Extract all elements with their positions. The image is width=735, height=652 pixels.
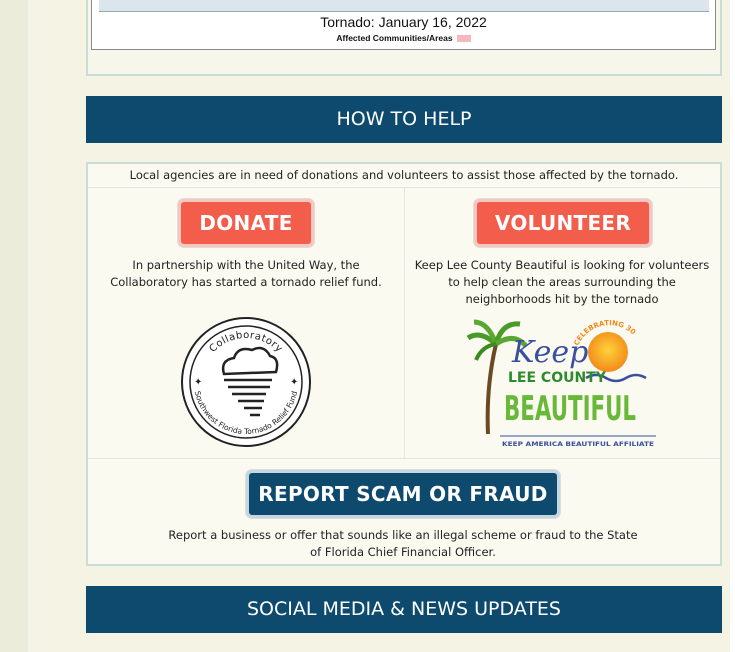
- report-scam-description: Report a business or offer that sounds l…: [168, 528, 638, 559]
- help-intro-text: Local agencies are in need of donations …: [129, 168, 679, 182]
- tornado-relief-fund-logo[interactable]: Collaboratory Southwest Florida Tornado …: [180, 316, 312, 448]
- map-legend-label: Affected Communities/Areas: [336, 33, 453, 43]
- report-scam-button[interactable]: REPORT SCAM OR FRAUD: [246, 470, 560, 518]
- page-edge: [730, 0, 735, 652]
- keep-lee-county-beautiful-logo[interactable]: CELEBRATING 30 YEARS Keep LEE COUNTY BEA…: [466, 316, 662, 450]
- donate-button[interactable]: DONATE: [178, 199, 314, 247]
- social-media-heading: SOCIAL MEDIA & NEWS UPDATES: [86, 586, 722, 633]
- how-to-help-heading: HOW TO HELP: [86, 96, 722, 143]
- map-legend: Affected Communities/Areas: [91, 33, 716, 43]
- map-image-strip: [99, 0, 709, 12]
- volunteer-description: Keep Lee County Beautiful is looking for…: [414, 258, 710, 306]
- column-divider: [404, 188, 405, 458]
- svg-text:✦: ✦: [290, 377, 298, 388]
- map-caption: Tornado: January 16, 2022: [320, 14, 487, 30]
- sun-icon: [588, 332, 628, 372]
- divider: [88, 458, 720, 459]
- legend-swatch: [456, 35, 471, 43]
- volunteer-button[interactable]: VOLUNTEER: [474, 199, 652, 247]
- svg-text:✦: ✦: [194, 377, 202, 388]
- logo-lee-county-text: LEE COUNTY: [508, 370, 607, 386]
- logo-affiliate-text: KEEP AMERICA BEAUTIFUL AFFILIATE: [502, 441, 654, 448]
- logo-keep-text: Keep: [511, 335, 588, 370]
- donate-description: In partnership with the United Way, the …: [110, 258, 382, 289]
- left-gutter: [0, 0, 28, 652]
- left-gutter-inner: [28, 0, 36, 652]
- logo-beautiful-text: BEAUTIFUL: [504, 389, 636, 429]
